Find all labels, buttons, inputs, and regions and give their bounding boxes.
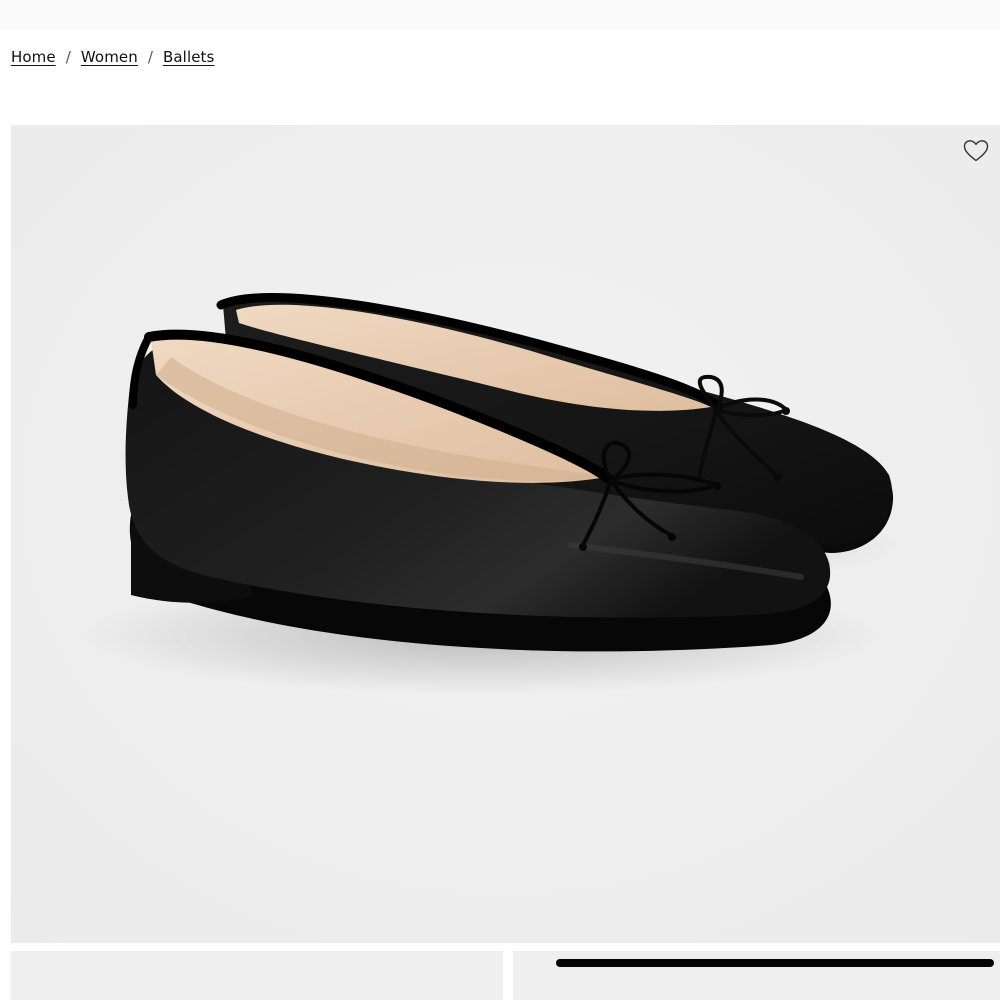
breadcrumb-women-link[interactable]: Women (81, 48, 138, 66)
breadcrumb-ballets-link[interactable]: Ballets (163, 48, 214, 66)
breadcrumb-separator: / (65, 48, 71, 66)
breadcrumb-separator: / (147, 48, 153, 66)
heart-outline-icon (963, 140, 989, 162)
top-strip (0, 0, 1000, 30)
breadcrumb-home-link[interactable]: Home (11, 48, 56, 66)
breadcrumb: Home / Women / Ballets (11, 48, 214, 66)
product-thumbnail[interactable] (11, 951, 503, 1000)
product-image-main[interactable] (11, 125, 1000, 943)
product-photo (11, 125, 1000, 943)
product-page: Home / Women / Ballets (0, 0, 1000, 1000)
carousel-scroll-indicator[interactable] (556, 959, 994, 967)
wishlist-heart-button[interactable] (962, 137, 990, 165)
